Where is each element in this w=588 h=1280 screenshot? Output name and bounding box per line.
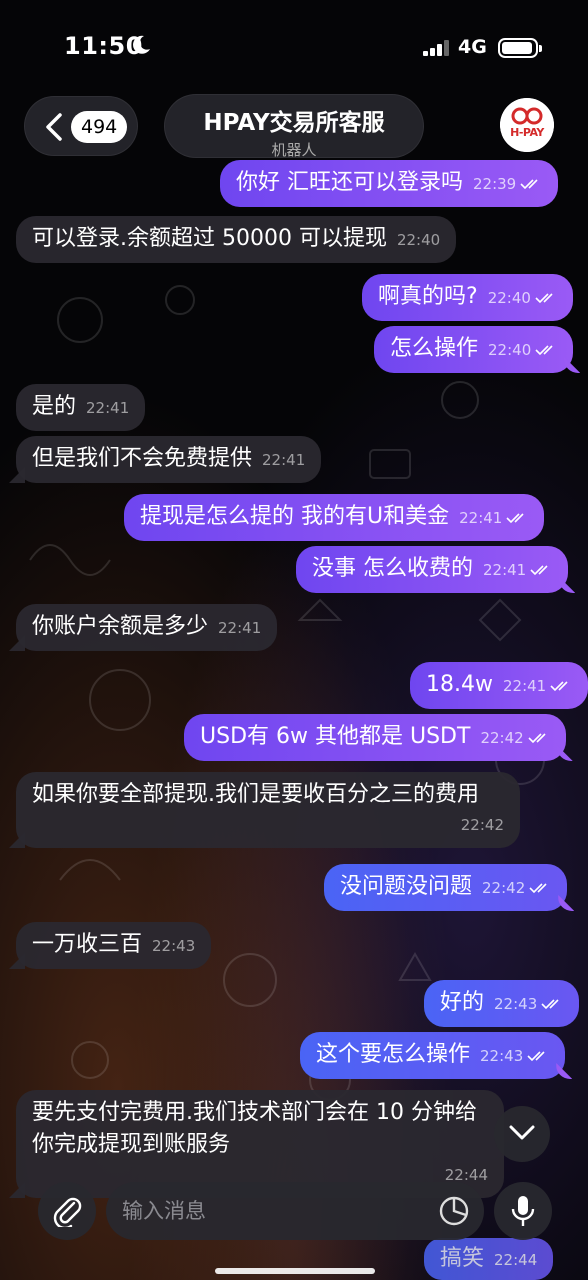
message-time: 22:44 <box>494 1251 538 1269</box>
message-text: 你账户余额是多少 <box>32 614 209 639</box>
message-time: 22:41 <box>86 399 130 417</box>
message-text: 是的 <box>32 394 77 419</box>
double-check-icon <box>506 513 524 524</box>
paperclip-icon <box>53 1197 82 1227</box>
chevron-left-icon <box>46 113 62 141</box>
message-out[interactable]: USD有 6w 其他都是 USDT 22:42 <box>184 714 566 761</box>
message-text: 没事 怎么收费的 <box>312 556 473 581</box>
double-check-icon <box>530 565 548 576</box>
message-time: 22:43 <box>494 995 538 1013</box>
message-in[interactable]: 你账户余额是多少 22:41 <box>16 604 278 651</box>
message-time: 22:43 <box>152 937 196 955</box>
message-time: 22:43 <box>480 1047 524 1065</box>
message-out[interactable]: 提现是怎么提的 我的有U和美金 22:41 <box>124 494 545 541</box>
double-check-icon <box>527 1051 545 1062</box>
message-out[interactable]: 你好 汇旺还可以登录吗 22:39 <box>220 160 559 207</box>
message-out[interactable]: 怎么操作 22:40 <box>374 326 574 373</box>
message-text: 一万收三百 <box>32 932 143 957</box>
message-out[interactable]: 没事 怎么收费的 22:41 <box>296 546 569 593</box>
message-out[interactable]: 啊真的吗? 22:40 <box>362 274 573 321</box>
avatar[interactable]: H-PAY <box>500 98 554 152</box>
unread-count-badge: 494 <box>71 111 128 143</box>
chat-title-button[interactable]: HPAY交易所客服 机器人 <box>164 94 424 159</box>
microphone-icon <box>511 1196 535 1226</box>
message-time: 22:42 <box>482 879 526 897</box>
avatar-logo-text: H-PAY <box>510 126 544 139</box>
message-in[interactable]: 但是我们不会免费提供 22:41 <box>16 436 322 483</box>
message-time: 22:42 <box>480 729 524 747</box>
moon-icon <box>133 35 150 54</box>
message-time: 22:41 <box>459 509 503 527</box>
chevron-down-icon <box>509 1125 535 1140</box>
double-check-icon <box>528 733 546 744</box>
sticker-icon[interactable] <box>438 1195 470 1227</box>
message-time: 22:41 <box>262 451 306 469</box>
message-text: 怎么操作 <box>390 336 479 361</box>
message-input[interactable] <box>122 1192 422 1230</box>
status-bar: 11:50 4G <box>0 0 588 90</box>
message-out[interactable]: 18.4w 22:41 <box>410 662 588 709</box>
message-text: 如果你要全部提现.我们是要收百分之三的费用 <box>32 782 479 807</box>
message-text: 可以登录.余额超过 50000 可以提现 <box>32 226 387 251</box>
message-text: USD有 6w 其他都是 USDT <box>200 724 471 749</box>
message-text: 搞笑 <box>440 1246 485 1271</box>
double-check-icon <box>535 345 553 356</box>
message-text: 没问题没问题 <box>340 874 473 899</box>
message-in[interactable]: 如果你要全部提现.我们是要收百分之三的费用 22:42 <box>16 772 520 848</box>
message-time: 22:41 <box>218 619 262 637</box>
scroll-to-bottom-button[interactable] <box>494 1106 550 1162</box>
message-in[interactable]: 是的 22:41 <box>16 384 146 431</box>
message-text: 18.4w <box>426 672 493 697</box>
microphone-button[interactable] <box>494 1182 552 1240</box>
message-text: 要先支付完费用.我们技术部门会在 10 分钟给你完成提现到账服务 <box>32 1100 477 1157</box>
message-text: 这个要怎么操作 <box>316 1042 471 1067</box>
message-text: 提现是怎么提的 我的有U和美金 <box>140 504 450 529</box>
message-in[interactable]: 可以登录.余额超过 50000 可以提现 22:40 <box>16 216 457 263</box>
signal-icon <box>423 40 449 56</box>
network-type: 4G <box>458 36 487 58</box>
message-out[interactable]: 没问题没问题 22:42 <box>324 864 568 911</box>
message-time: 22:40 <box>487 289 531 307</box>
double-check-icon <box>541 999 559 1010</box>
message-out[interactable]: 好的 22:43 <box>424 980 580 1027</box>
message-input-container[interactable] <box>106 1182 484 1240</box>
double-check-icon <box>529 883 547 894</box>
battery-icon <box>498 38 542 58</box>
message-time: 22:40 <box>488 341 532 359</box>
message-time: 22:42 <box>460 816 504 834</box>
back-button[interactable]: 494 <box>24 96 138 156</box>
home-indicator <box>215 1268 375 1274</box>
double-check-icon <box>550 681 568 692</box>
message-in[interactable]: 一万收三百 22:43 <box>16 922 212 969</box>
message-text: 你好 汇旺还可以登录吗 <box>236 170 463 195</box>
double-check-icon <box>520 179 538 190</box>
message-time: 22:41 <box>483 561 527 579</box>
chat-subtitle: 机器人 <box>271 141 317 159</box>
hpay-logo-icon <box>500 98 554 152</box>
double-check-icon <box>535 293 553 304</box>
message-text: 但是我们不会免费提供 <box>32 446 253 471</box>
message-time: 22:41 <box>502 677 547 695</box>
message-out-peek[interactable]: 搞笑 22:44 <box>424 1238 554 1280</box>
message-text: 啊真的吗? <box>378 284 478 309</box>
chat-title: HPAY交易所客服 <box>203 110 385 136</box>
message-time: 22:39 <box>473 175 517 193</box>
message-out[interactable]: 这个要怎么操作 22:43 <box>300 1032 566 1079</box>
message-time: 22:40 <box>396 231 441 249</box>
attach-button[interactable] <box>38 1182 96 1240</box>
message-text: 好的 <box>440 990 485 1015</box>
